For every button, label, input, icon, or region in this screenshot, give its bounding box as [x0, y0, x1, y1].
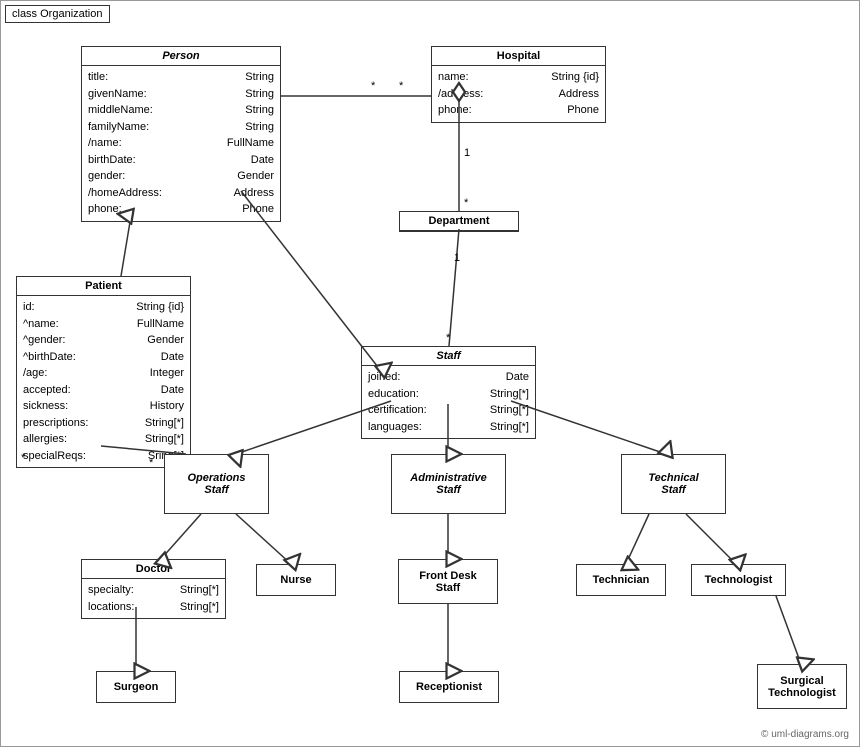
svg-text:*: *	[464, 197, 469, 209]
svg-text:*: *	[446, 332, 451, 344]
class-patient-name: Patient	[17, 277, 190, 296]
copyright-text: © uml-diagrams.org	[761, 729, 849, 740]
administrative-staff-label: AdministrativeStaff	[402, 468, 494, 500]
technician-label: Technician	[585, 570, 658, 590]
front-desk-staff-label: Front DeskStaff	[411, 566, 484, 598]
operations-staff-label: OperationsStaff	[179, 468, 253, 500]
class-staff-attrs: joined:Date education:String[*] certific…	[362, 366, 535, 438]
surgical-technologist-label: SurgicalTechnologist	[760, 671, 844, 703]
class-receptionist: Receptionist	[399, 671, 499, 703]
receptionist-label: Receptionist	[408, 677, 490, 697]
class-doctor-attrs: specialty:String[*] locations:String[*]	[82, 579, 225, 618]
svg-text:*: *	[371, 80, 376, 92]
class-administrative-staff: AdministrativeStaff	[391, 454, 506, 514]
class-operations-staff: OperationsStaff	[164, 454, 269, 514]
class-technologist: Technologist	[691, 564, 786, 596]
nurse-label: Nurse	[272, 570, 319, 590]
svg-text:1: 1	[454, 252, 460, 264]
diagram-container: class Organization Person title:String g…	[0, 0, 860, 747]
class-front-desk-staff: Front DeskStaff	[398, 559, 498, 604]
class-person: Person title:String givenName:String mid…	[81, 46, 281, 222]
svg-text:*: *	[399, 80, 404, 92]
class-patient-attrs: id:String {id} ^name:FullName ^gender:Ge…	[17, 296, 190, 467]
class-person-attrs: title:String givenName:String middleName…	[82, 66, 280, 221]
class-doctor: Doctor specialty:String[*] locations:Str…	[81, 559, 226, 619]
technologist-label: Technologist	[697, 570, 781, 590]
class-nurse: Nurse	[256, 564, 336, 596]
class-hospital-attrs: name:String {id} /address:Address phone:…	[432, 66, 605, 122]
class-surgical-technologist: SurgicalTechnologist	[757, 664, 847, 709]
class-technician: Technician	[576, 564, 666, 596]
class-department: Department	[399, 211, 519, 232]
svg-text:1: 1	[464, 147, 470, 159]
technical-staff-label: TechnicalStaff	[640, 468, 706, 500]
class-doctor-name: Doctor	[82, 560, 225, 579]
class-surgeon: Surgeon	[96, 671, 176, 703]
class-hospital-name: Hospital	[432, 47, 605, 66]
class-technical-staff: TechnicalStaff	[621, 454, 726, 514]
surgeon-label: Surgeon	[106, 677, 167, 697]
class-staff-name: Staff	[362, 347, 535, 366]
class-department-name: Department	[400, 212, 518, 231]
class-staff: Staff joined:Date education:String[*] ce…	[361, 346, 536, 439]
class-patient: Patient id:String {id} ^name:FullName ^g…	[16, 276, 191, 468]
class-hospital: Hospital name:String {id} /address:Addre…	[431, 46, 606, 123]
diagram-title: class Organization	[5, 5, 110, 23]
class-person-name: Person	[82, 47, 280, 66]
